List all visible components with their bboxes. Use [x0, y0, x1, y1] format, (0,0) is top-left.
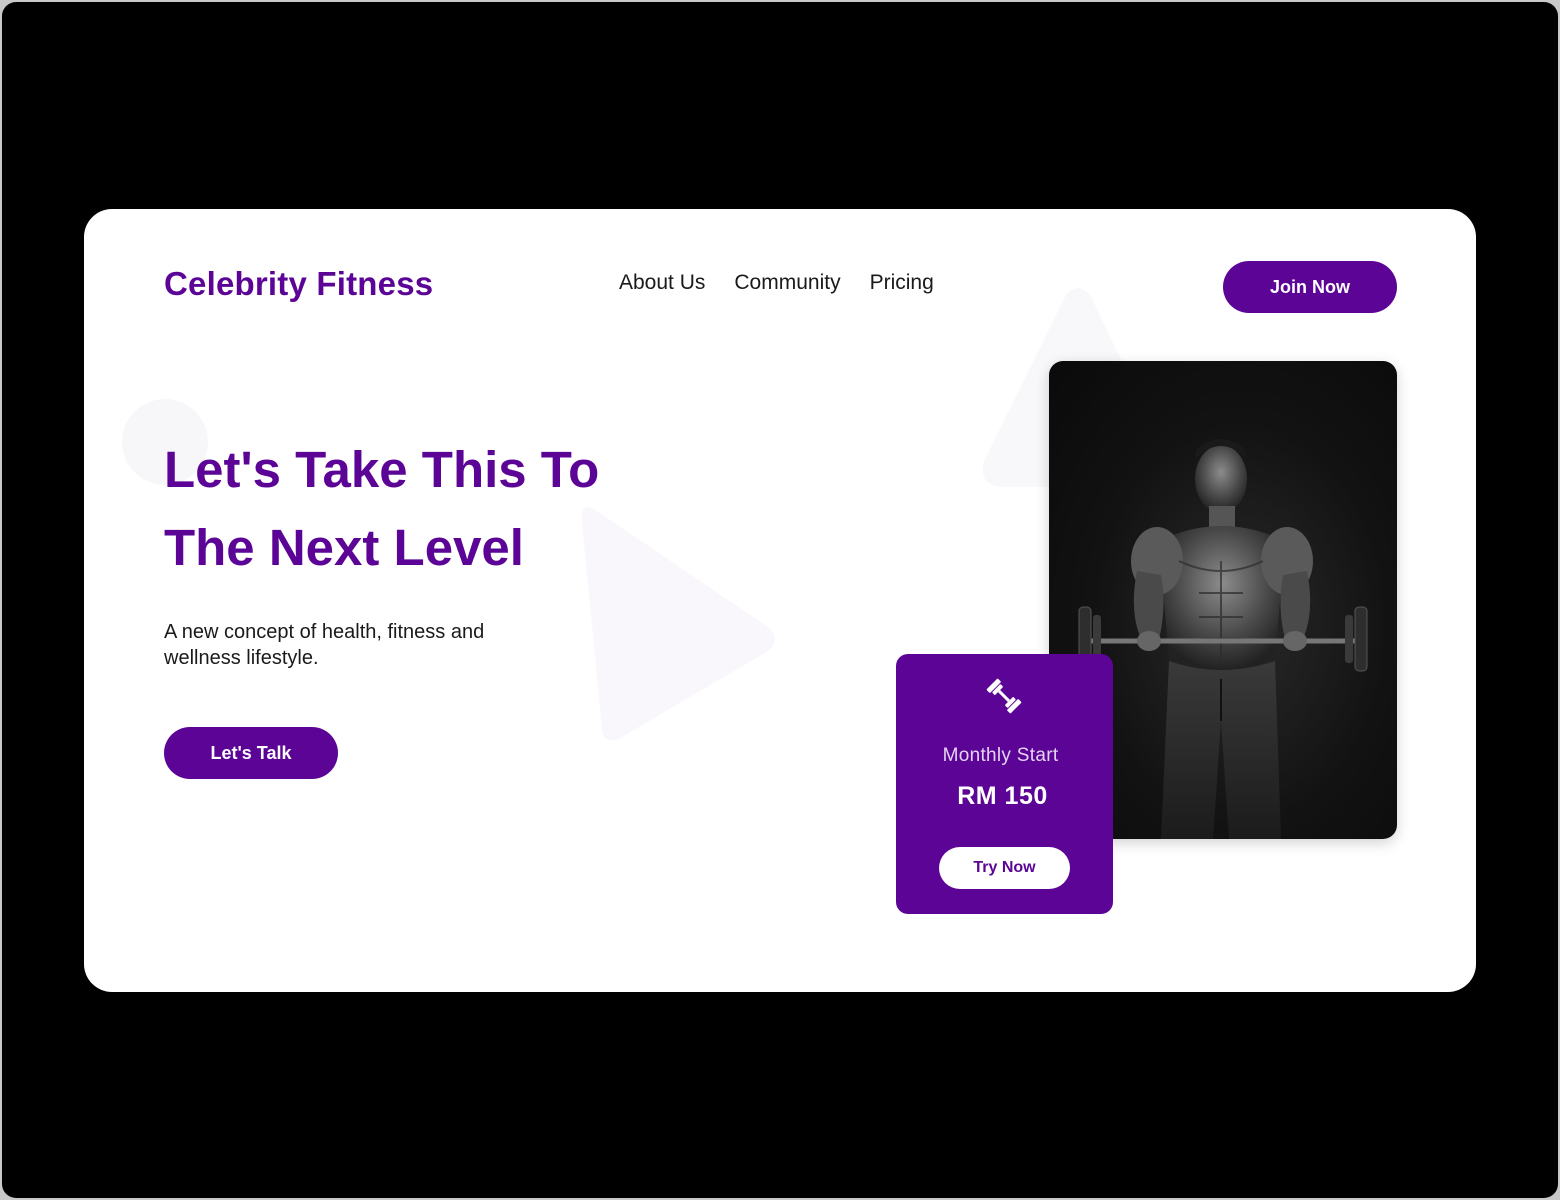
main-nav: About Us Community Pricing [619, 271, 934, 295]
try-now-button[interactable]: Try Now [939, 847, 1070, 889]
hero-subtext: A new concept of health, fitness and wel… [164, 621, 485, 669]
dumbbell-icon [986, 678, 1022, 714]
brand-logo[interactable]: Celebrity Fitness [164, 265, 433, 303]
landing-page: Celebrity Fitness About Us Community Pri… [84, 209, 1476, 992]
nav-item-community[interactable]: Community [734, 271, 840, 295]
lets-talk-button[interactable]: Let's Talk [164, 727, 338, 779]
pricing-value: RM 150 [957, 782, 1048, 810]
nav-item-pricing[interactable]: Pricing [870, 271, 934, 295]
pricing-card: Monthly Start RM 150 Try Now [896, 654, 1113, 914]
hero-headline-line-1: Let's Take This To [164, 441, 600, 498]
screen-frame: Celebrity Fitness About Us Community Pri… [2, 2, 1558, 1198]
nav-item-about-us[interactable]: About Us [619, 271, 705, 295]
hero-headline-line-2: The Next Level [164, 519, 524, 576]
pricing-label: Monthly Start [942, 745, 1059, 766]
join-now-button[interactable]: Join Now [1223, 261, 1397, 313]
hero-headline: Let's Take This To The Next Level [164, 431, 724, 587]
